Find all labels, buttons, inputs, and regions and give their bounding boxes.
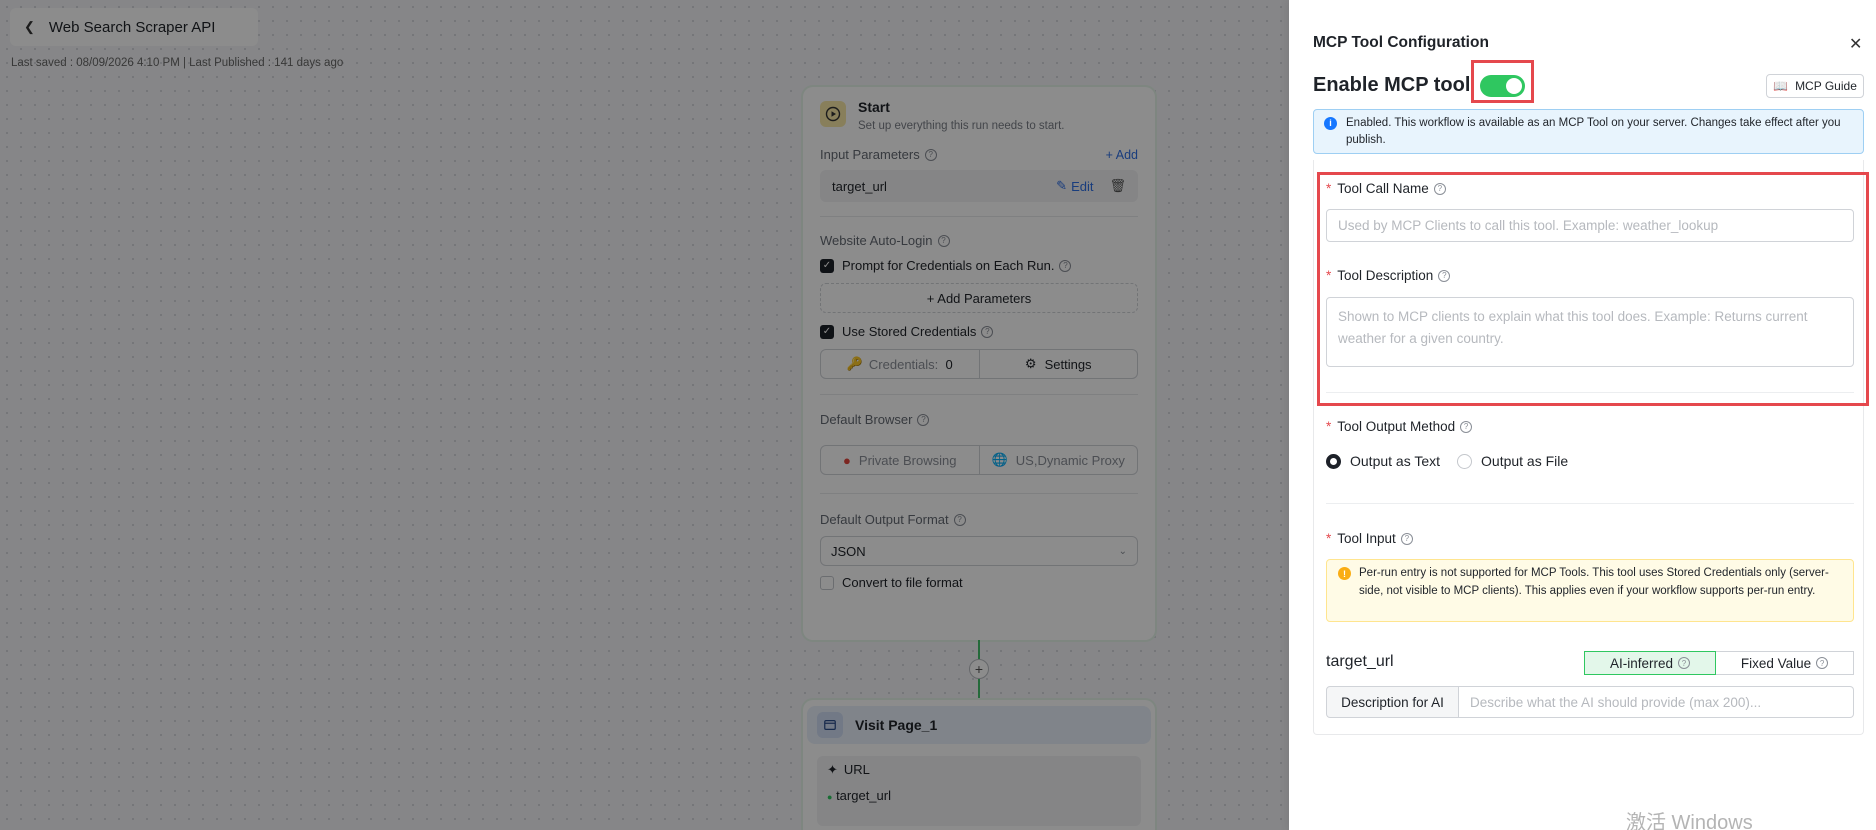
- tool-input-label: * Tool Input?: [1326, 531, 1413, 546]
- help-icon: ?: [1816, 657, 1829, 669]
- close-icon[interactable]: ✕: [1849, 34, 1862, 54]
- help-icon: ?: [1678, 657, 1691, 669]
- info-banner: i Enabled. This workflow is available as…: [1313, 109, 1864, 154]
- info-icon: i: [1324, 117, 1337, 130]
- help-icon: ?: [1400, 532, 1413, 545]
- fixed-value-option[interactable]: Fixed Value?: [1716, 651, 1854, 675]
- enable-mcp-label: Enable MCP tool: [1313, 74, 1471, 96]
- mcp-guide-button[interactable]: 📖 MCP Guide: [1766, 74, 1864, 98]
- ai-description-row: Description for AI Describe what the AI …: [1326, 686, 1854, 718]
- desc-ai-label: Description for AI: [1326, 686, 1459, 718]
- windows-activation-watermark: 激活 Windows: [1626, 812, 1753, 830]
- help-icon: ?: [1460, 420, 1473, 433]
- panel-title: MCP Tool Configuration: [1313, 34, 1489, 51]
- highlight-fields-box: [1317, 172, 1869, 406]
- modal-overlay[interactable]: [0, 0, 1289, 830]
- output-file-label[interactable]: Output as File: [1481, 453, 1568, 469]
- warning-icon: !: [1338, 567, 1351, 580]
- warning-banner: ! Per-run entry is not supported for MCP…: [1326, 559, 1854, 622]
- book-icon: 📖: [1773, 79, 1789, 93]
- info-text: Enabled. This workflow is available as a…: [1346, 117, 1841, 146]
- desc-ai-input[interactable]: Describe what the AI should provide (max…: [1459, 686, 1854, 718]
- radio-file[interactable]: [1457, 453, 1473, 469]
- ai-inferred-option[interactable]: AI-inferred?: [1584, 651, 1716, 675]
- radio-text[interactable]: [1326, 453, 1341, 469]
- output-method-label: * Tool Output Method?: [1326, 419, 1473, 434]
- input-param-name: target_url: [1326, 653, 1394, 670]
- output-method-radios: Output as Text Output as File: [1326, 453, 1568, 469]
- divider: [1326, 503, 1854, 504]
- mcp-config-panel: MCP Tool Configuration ✕ Enable MCP tool…: [1289, 0, 1876, 830]
- output-text-label[interactable]: Output as Text: [1350, 453, 1440, 469]
- warning-text: Per-run entry is not supported for MCP T…: [1359, 567, 1829, 597]
- input-mode-toggle: AI-inferred? Fixed Value?: [1584, 651, 1854, 675]
- highlight-toggle-box: [1471, 60, 1534, 103]
